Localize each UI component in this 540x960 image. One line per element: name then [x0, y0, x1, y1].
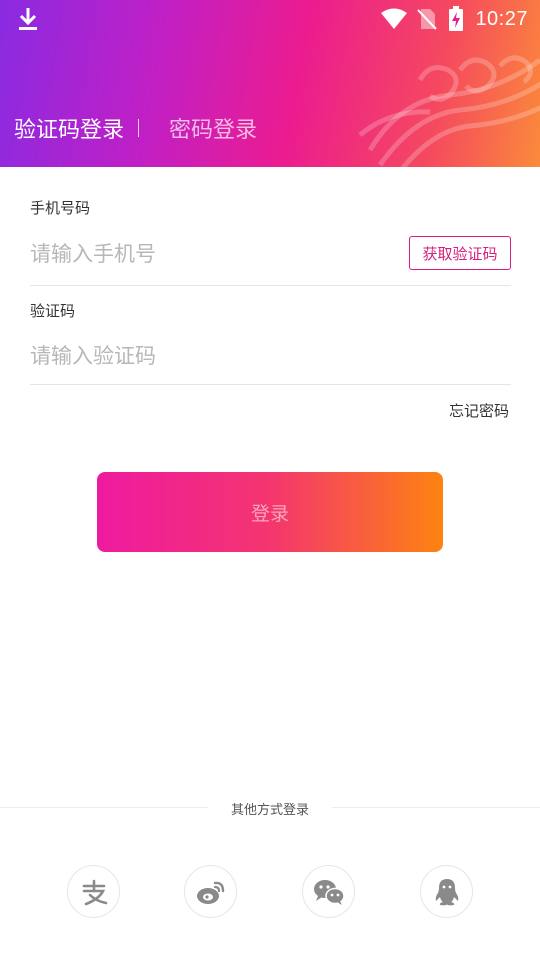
no-sim-icon: [417, 9, 438, 30]
wifi-icon: [381, 8, 408, 29]
status-bar: 10:27: [0, 0, 540, 38]
qq-login-button[interactable]: [420, 865, 473, 918]
decorative-pattern-icon: [358, 55, 540, 167]
alipay-icon: [82, 879, 107, 905]
code-label: 验证码: [30, 302, 76, 320]
battery-charging-icon: [449, 6, 464, 31]
phone-label: 手机号码: [30, 199, 91, 217]
code-input[interactable]: [30, 338, 500, 374]
tab-sms-login[interactable]: 验证码登录: [14, 112, 124, 144]
qq-icon: [435, 878, 458, 905]
tab-divider: [138, 119, 140, 137]
status-time: 10:27: [475, 7, 528, 30]
other-login-title: 其他方式登录: [230, 803, 309, 818]
login-button[interactable]: 登录: [97, 472, 443, 552]
get-code-button[interactable]: 获取验证码: [409, 236, 511, 270]
wechat-icon: [313, 879, 345, 905]
alipay-login-button[interactable]: [67, 865, 120, 918]
phone-input[interactable]: [30, 236, 390, 272]
code-divider: [30, 384, 511, 385]
login-tabs: 验证码登录 密码登录: [14, 108, 257, 148]
forgot-password-link[interactable]: 忘记密码: [449, 400, 509, 421]
header-banner: 10:27 验证码登录 密码登录: [0, 0, 540, 167]
login-button-label: 登录: [250, 503, 289, 525]
weibo-login-button[interactable]: [184, 865, 237, 918]
tab-password-login[interactable]: 密码登录: [169, 112, 257, 144]
wechat-login-button[interactable]: [302, 865, 355, 918]
weibo-icon: [196, 881, 224, 904]
download-icon: [19, 8, 37, 30]
phone-divider: [30, 285, 511, 286]
